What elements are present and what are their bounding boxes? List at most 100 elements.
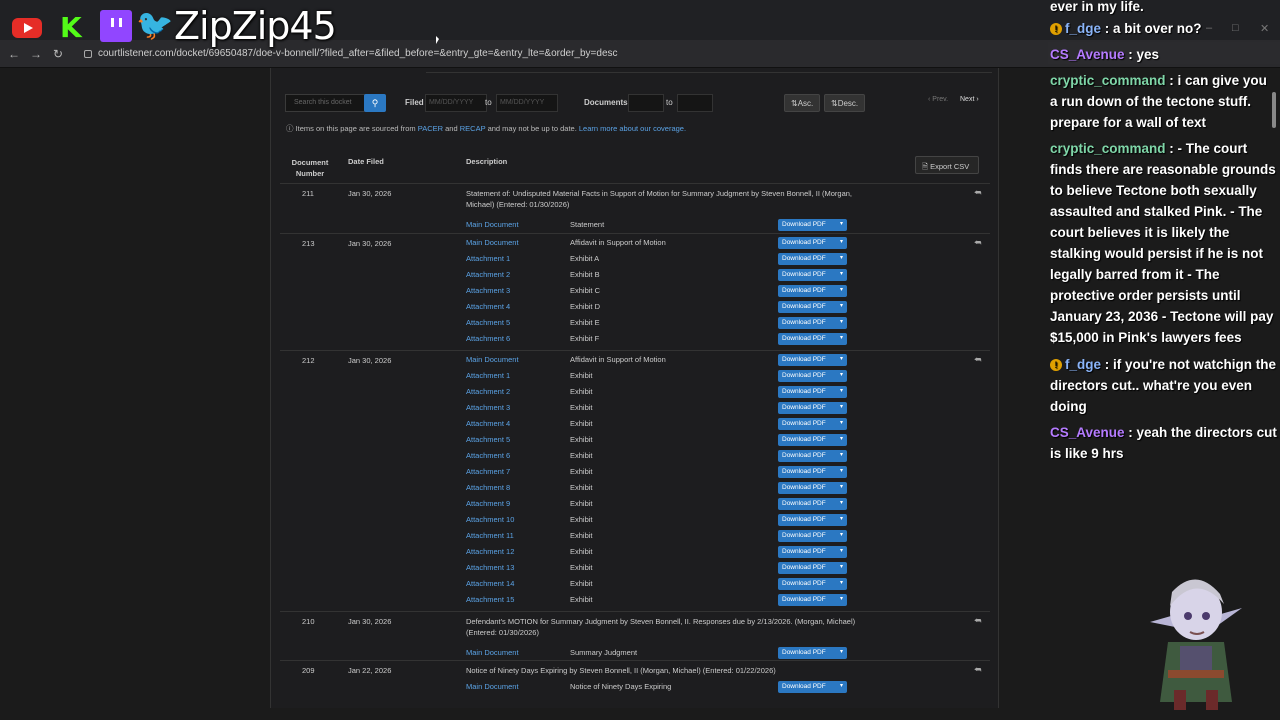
share-icon[interactable]: ⮪ <box>974 188 981 198</box>
chat-username[interactable]: CS_Avenue <box>1050 47 1125 62</box>
caret-down-icon[interactable]: ▾ <box>840 318 843 325</box>
export-csv-button[interactable]: 🗎 Export CSV <box>915 156 979 174</box>
caret-down-icon[interactable]: ▾ <box>840 563 843 570</box>
chat-username[interactable]: cryptic_command <box>1050 73 1166 88</box>
document-link[interactable]: Attachment 1 <box>466 254 510 263</box>
document-link[interactable]: Attachment 2 <box>466 387 510 396</box>
document-link[interactable]: Attachment 6 <box>466 451 510 460</box>
document-link[interactable]: Attachment 10 <box>466 515 514 524</box>
back-icon[interactable]: ← <box>6 46 22 62</box>
document-link[interactable]: Attachment 12 <box>466 547 514 556</box>
download-pdf-button[interactable]: Download PDF ▾ <box>778 546 847 558</box>
caret-down-icon[interactable]: ▾ <box>840 682 843 689</box>
download-pdf-button[interactable]: Download PDF ▾ <box>778 450 847 462</box>
download-pdf-button[interactable]: Download PDF ▾ <box>778 514 847 526</box>
caret-down-icon[interactable]: ▾ <box>840 515 843 522</box>
document-link[interactable]: Attachment 3 <box>466 286 510 295</box>
caret-down-icon[interactable]: ▾ <box>840 483 843 490</box>
share-icon[interactable]: ⮪ <box>974 616 981 626</box>
download-pdf-button[interactable]: Download PDF ▾ <box>778 434 847 446</box>
next-page-button[interactable]: Next › <box>960 96 979 103</box>
caret-down-icon[interactable]: ▾ <box>840 220 843 227</box>
download-pdf-button[interactable]: Download PDF ▾ <box>778 681 847 693</box>
sort-desc-button[interactable]: ⇅Desc. <box>824 94 866 112</box>
download-pdf-button[interactable]: Download PDF ▾ <box>778 402 847 414</box>
download-pdf-button[interactable]: Download PDF ▾ <box>778 333 847 345</box>
caret-down-icon[interactable]: ▾ <box>840 387 843 394</box>
caret-down-icon[interactable]: ▾ <box>840 286 843 293</box>
caret-down-icon[interactable]: ▾ <box>840 254 843 261</box>
caret-down-icon[interactable]: ▾ <box>840 238 843 245</box>
document-link[interactable]: Attachment 5 <box>466 435 510 444</box>
download-pdf-button[interactable]: Download PDF ▾ <box>778 578 847 590</box>
filed-before-input[interactable]: MM/DD/YYYY <box>496 94 558 112</box>
caret-down-icon[interactable]: ▾ <box>840 467 843 474</box>
download-pdf-button[interactable]: Download PDF ▾ <box>778 219 847 231</box>
recap-link[interactable]: RECAP <box>460 124 486 133</box>
download-pdf-button[interactable]: Download PDF ▾ <box>778 498 847 510</box>
chat-scrollbar[interactable] <box>1272 92 1276 128</box>
download-pdf-button[interactable]: Download PDF ▾ <box>778 466 847 478</box>
document-link[interactable]: Main Document <box>466 220 519 229</box>
download-pdf-button[interactable]: Download PDF ▾ <box>778 647 847 659</box>
caret-down-icon[interactable]: ▾ <box>840 302 843 309</box>
url-text[interactable]: courtlistener.com/docket/69650487/doe-v-… <box>98 48 618 59</box>
coverage-link[interactable]: Learn more about our coverage. <box>579 124 686 133</box>
download-pdf-button[interactable]: Download PDF ▾ <box>778 386 847 398</box>
caret-down-icon[interactable]: ▾ <box>840 547 843 554</box>
document-link[interactable]: Attachment 1 <box>466 371 510 380</box>
caret-down-icon[interactable]: ▾ <box>840 435 843 442</box>
share-icon[interactable]: ⮪ <box>974 665 981 675</box>
document-link[interactable]: Attachment 11 <box>466 531 514 540</box>
caret-down-icon[interactable]: ▾ <box>840 499 843 506</box>
document-link[interactable]: Attachment 3 <box>466 403 510 412</box>
caret-down-icon[interactable]: ▾ <box>840 334 843 341</box>
document-link[interactable]: Attachment 15 <box>466 595 514 604</box>
chat-username[interactable]: f_dge <box>1065 357 1101 372</box>
download-pdf-button[interactable]: Download PDF ▾ <box>778 253 847 265</box>
download-pdf-button[interactable]: Download PDF ▾ <box>778 370 847 382</box>
download-pdf-button[interactable]: Download PDF ▾ <box>778 594 847 606</box>
entry-gte-input[interactable] <box>628 94 664 112</box>
caret-down-icon[interactable]: ▾ <box>840 371 843 378</box>
document-link[interactable]: Attachment 2 <box>466 270 510 279</box>
document-link[interactable]: Attachment 8 <box>466 483 510 492</box>
document-link[interactable]: Attachment 4 <box>466 302 510 311</box>
caret-down-icon[interactable]: ▾ <box>840 579 843 586</box>
pacer-link[interactable]: PACER <box>418 124 443 133</box>
sort-asc-button[interactable]: ⇅Asc. <box>784 94 821 112</box>
document-link[interactable]: Main Document <box>466 355 519 364</box>
caret-down-icon[interactable]: ▾ <box>840 419 843 426</box>
caret-down-icon[interactable]: ▾ <box>840 648 843 655</box>
download-pdf-button[interactable]: Download PDF ▾ <box>778 285 847 297</box>
document-link[interactable]: Attachment 6 <box>466 334 510 343</box>
caret-down-icon[interactable]: ▾ <box>840 595 843 602</box>
document-link[interactable]: Main Document <box>466 648 519 657</box>
prev-page-button[interactable]: ‹ Prev. <box>928 96 948 103</box>
chat-username[interactable]: CS_Avenue <box>1050 425 1125 440</box>
download-pdf-button[interactable]: Download PDF ▾ <box>778 562 847 574</box>
document-link[interactable]: Attachment 13 <box>466 563 514 572</box>
chat-username[interactable]: cryptic_command <box>1050 141 1166 156</box>
document-link[interactable]: Main Document <box>466 238 519 247</box>
share-icon[interactable]: ⮪ <box>974 355 981 365</box>
docket-search-input[interactable]: Search this docket <box>285 94 365 112</box>
document-link[interactable]: Main Document <box>466 682 519 691</box>
filed-after-input[interactable]: MM/DD/YYYY <box>425 94 487 112</box>
document-link[interactable]: Attachment 4 <box>466 419 510 428</box>
download-pdf-button[interactable]: Download PDF ▾ <box>778 269 847 281</box>
document-link[interactable]: Attachment 9 <box>466 499 510 508</box>
caret-down-icon[interactable]: ▾ <box>840 451 843 458</box>
caret-down-icon[interactable]: ▾ <box>840 403 843 410</box>
download-pdf-button[interactable]: Download PDF ▾ <box>778 530 847 542</box>
download-pdf-button[interactable]: Download PDF ▾ <box>778 301 847 313</box>
document-link[interactable]: Attachment 5 <box>466 318 510 327</box>
download-pdf-button[interactable]: Download PDF ▾ <box>778 418 847 430</box>
download-pdf-button[interactable]: Download PDF ▾ <box>778 317 847 329</box>
caret-down-icon[interactable]: ▾ <box>840 531 843 538</box>
download-pdf-button[interactable]: Download PDF ▾ <box>778 354 847 366</box>
reload-icon[interactable]: ↻ <box>50 46 66 62</box>
site-info-icon[interactable] <box>84 50 92 58</box>
download-pdf-button[interactable]: Download PDF ▾ <box>778 237 847 249</box>
search-button[interactable]: ⚲ <box>364 94 386 112</box>
